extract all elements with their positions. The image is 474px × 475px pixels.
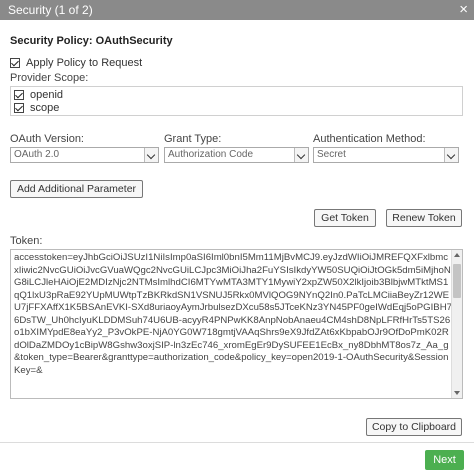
provider-scope-label: Provider Scope: — [10, 72, 89, 84]
token-scrollbar[interactable] — [451, 250, 462, 398]
apply-policy-row[interactable]: Apply Policy to Request — [10, 57, 142, 69]
token-value: accesstoken=eyJhbGciOiJSUzI1NiIsImp0aSI6… — [14, 252, 452, 376]
oauth-version-value: OAuth 2.0 — [14, 149, 60, 160]
scroll-up-icon[interactable] — [452, 250, 462, 260]
footer-divider — [0, 442, 474, 443]
oauth-version-label: OAuth Version: — [10, 133, 84, 145]
scope-openid-label: openid — [30, 89, 64, 101]
grant-type-value: Authorization Code — [168, 149, 254, 160]
scope-scope-checkbox[interactable] — [14, 103, 24, 113]
token-label: Token: — [10, 235, 43, 247]
scope-openid-checkbox[interactable] — [14, 90, 24, 100]
chevron-down-icon[interactable] — [444, 148, 458, 162]
window-title: Security (1 of 2) — [8, 3, 93, 17]
policy-title: Security Policy: OAuthSecurity — [10, 35, 173, 47]
apply-policy-label: Apply Policy to Request — [26, 57, 143, 69]
grant-type-select[interactable]: Authorization Code — [164, 147, 309, 163]
scope-scope-label: scope — [30, 102, 60, 114]
scope-item-openid[interactable]: openid — [14, 89, 63, 101]
scope-item-scope[interactable]: scope — [14, 102, 59, 114]
auth-method-select[interactable]: Secret — [313, 147, 459, 163]
add-parameter-button[interactable]: Add Additional Parameter — [10, 180, 143, 198]
grant-type-label: Grant Type: — [164, 133, 222, 145]
window-title-bar: Security (1 of 2) × — [0, 0, 474, 20]
scroll-thumb[interactable] — [453, 264, 461, 298]
scroll-down-icon[interactable] — [452, 388, 462, 398]
renew-token-button[interactable]: Renew Token — [386, 209, 462, 227]
provider-scope-list — [10, 86, 463, 116]
auth-method-label: Authentication Method: — [313, 133, 426, 145]
oauth-version-select[interactable]: OAuth 2.0 — [10, 147, 159, 163]
apply-policy-checkbox[interactable] — [10, 58, 20, 68]
chevron-down-icon[interactable] — [144, 148, 158, 162]
copy-to-clipboard-button[interactable]: Copy to Clipboard — [366, 418, 462, 436]
next-button[interactable]: Next — [425, 450, 464, 470]
token-textarea[interactable]: accesstoken=eyJhbGciOiJSUzI1NiIsImp0aSI6… — [10, 249, 463, 399]
get-token-button[interactable]: Get Token — [314, 209, 376, 227]
close-icon[interactable]: × — [459, 1, 468, 18]
chevron-down-icon[interactable] — [294, 148, 308, 162]
auth-method-value: Secret — [317, 149, 346, 160]
